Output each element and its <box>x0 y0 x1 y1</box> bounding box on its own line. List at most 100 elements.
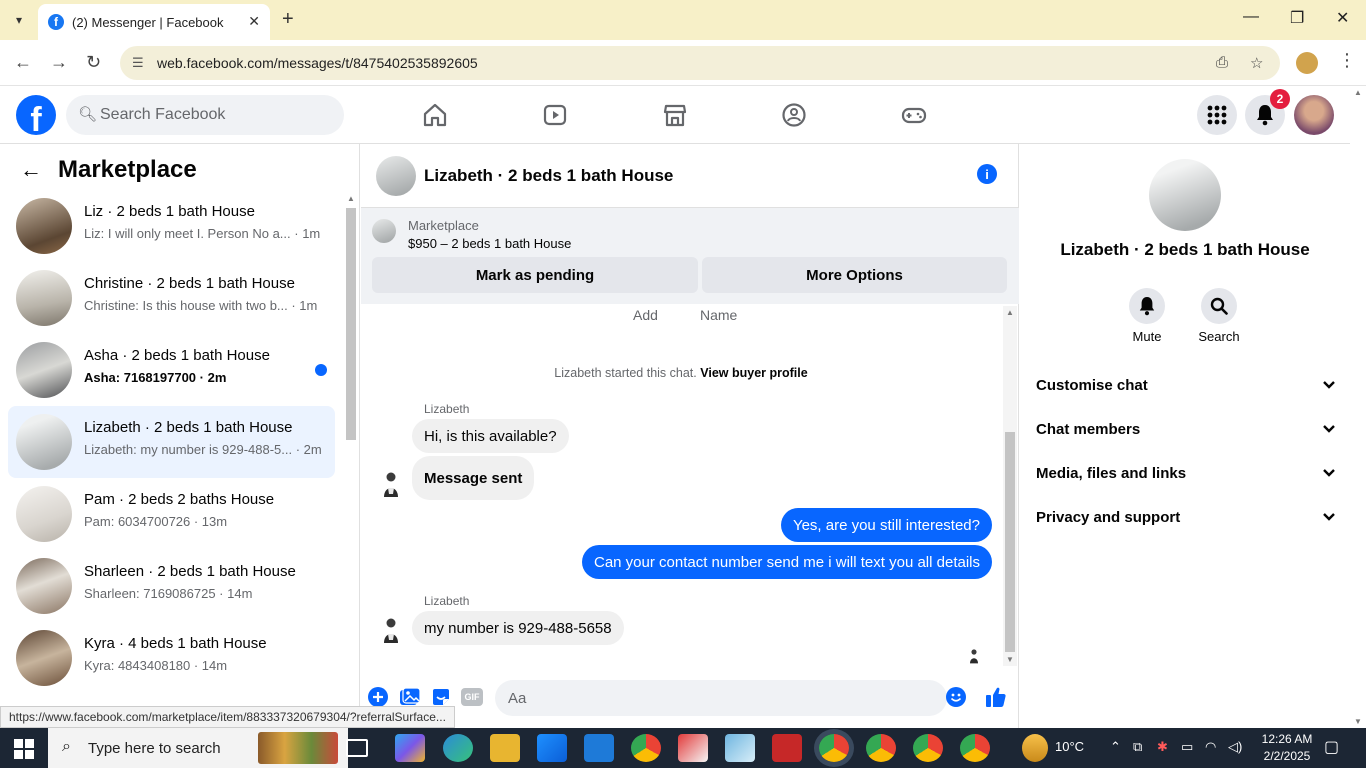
sidebar-scrollbar[interactable]: ▲ <box>344 190 358 728</box>
plus-circle-icon[interactable] <box>367 686 389 708</box>
weather-icon[interactable] <box>1022 734 1048 762</box>
close-tab-icon[interactable]: ✕ <box>248 13 260 30</box>
outgoing-message[interactable]: Yes, are you still interested? <box>780 508 992 542</box>
recorder-icon[interactable] <box>772 734 802 762</box>
like-thumb-icon[interactable] <box>985 686 1007 708</box>
install-app-icon[interactable]: ⎙ <box>1216 54 1228 71</box>
sender-avatar[interactable] <box>379 470 403 498</box>
sticker-icon[interactable] <box>430 686 452 708</box>
chat-title[interactable]: Lizabeth · 2 beds 1 bath House <box>424 166 673 186</box>
account-avatar[interactable] <box>1294 95 1334 135</box>
forward-icon[interactable]: → <box>50 52 68 73</box>
listing-mini-thumbnail[interactable] <box>372 219 396 243</box>
notification-center-icon[interactable]: ▢ <box>1324 737 1339 757</box>
home-icon[interactable] <box>420 100 450 130</box>
app-icon[interactable] <box>678 734 708 762</box>
taskbar-search-input[interactable]: ⌕ Type here to search <box>48 728 348 768</box>
conversation-snippet: Kyra: 4843408180 · 14m <box>84 658 228 673</box>
view-buyer-profile-link[interactable]: View buyer profile <box>700 366 807 380</box>
chrome-profile-icon[interactable] <box>913 734 943 762</box>
incoming-message[interactable]: Message sent <box>412 456 535 500</box>
volume-icon[interactable]: ◁) <box>1228 739 1242 755</box>
sender-avatar[interactable] <box>379 616 403 644</box>
task-view-icon[interactable] <box>346 739 368 757</box>
close-window-icon[interactable]: ✕ <box>1336 8 1349 28</box>
url-field[interactable]: ☰ web.facebook.com/messages/t/8475402535… <box>120 46 1280 80</box>
browser-menu-icon[interactable]: ⋮ <box>1338 50 1356 71</box>
browser-tab[interactable]: f (2) Messenger | Facebook ✕ <box>38 4 270 40</box>
chrome-profile-icon[interactable] <box>866 734 896 762</box>
system-clock[interactable]: 12:26 AM 2/2/2025 <box>1256 731 1318 765</box>
weather-temperature[interactable]: 10°C <box>1055 739 1084 754</box>
mail-icon[interactable] <box>584 734 614 762</box>
mute-label: Mute <box>1132 329 1162 344</box>
photo-icon[interactable] <box>399 686 421 708</box>
show-hidden-icons[interactable]: ⌃ <box>1110 739 1121 755</box>
conversation-item[interactable]: Pam · 2 beds 2 baths House Pam: 60347007… <box>8 478 335 550</box>
page-scrollbar[interactable]: ▲ ▼ <box>1350 86 1366 728</box>
copilot-icon[interactable] <box>395 734 425 762</box>
tab-search-icon[interactable]: ▾ <box>6 8 32 32</box>
reload-icon[interactable]: ↻ <box>86 52 101 73</box>
media-files-links-section[interactable]: Media, files and links <box>1036 451 1336 495</box>
edge-icon[interactable] <box>443 734 473 762</box>
incoming-message[interactable]: my number is 929-488-5658 <box>412 611 624 645</box>
incoming-message[interactable]: Hi, is this available? <box>412 419 569 453</box>
mark-as-pending-button[interactable]: Mark as pending <box>372 257 698 293</box>
customise-chat-section[interactable]: Customise chat <box>1036 363 1336 407</box>
search-icon: 🔍︎ <box>78 106 98 123</box>
sidebar-scrollbar-thumb[interactable] <box>346 208 356 440</box>
back-icon[interactable]: ← <box>14 52 32 73</box>
bookmark-star-icon[interactable]: ☆ <box>1250 54 1263 72</box>
chat-members-section[interactable]: Chat members <box>1036 407 1336 451</box>
gaming-icon[interactable] <box>899 100 929 130</box>
battery-icon[interactable]: ▭ <box>1181 739 1193 755</box>
browser-profile-icon[interactable] <box>1296 52 1318 74</box>
gif-icon[interactable]: GIF <box>461 686 483 708</box>
conversation-item-selected[interactable]: Lizabeth · 2 beds 1 bath House Lizabeth:… <box>8 406 335 478</box>
chrome-profile-icon[interactable] <box>960 734 990 762</box>
menu-grid-icon[interactable] <box>1197 95 1237 135</box>
conversation-item[interactable]: Sharleen · 2 beds 1 bath House Sharleen:… <box>8 550 335 622</box>
conversation-item[interactable]: Kyra · 4 beds 1 bath House Kyra: 4843408… <box>8 622 335 694</box>
facebook-logo-icon[interactable]: f <box>16 95 56 135</box>
outgoing-message[interactable]: Can your contact number send me i will t… <box>581 545 992 579</box>
back-arrow-icon[interactable]: ← <box>20 157 42 183</box>
app-icon[interactable] <box>725 734 755 762</box>
windows-start-icon[interactable] <box>14 739 34 764</box>
search-label: Search <box>1198 329 1240 344</box>
maximize-icon[interactable]: ❐ <box>1290 8 1304 28</box>
conversation-large-avatar[interactable] <box>1149 159 1221 231</box>
conversation-item[interactable]: Asha · 2 beds 1 bath House Asha: 7168197… <box>8 334 335 406</box>
video-icon[interactable] <box>540 100 570 130</box>
network-icon[interactable]: ◠ <box>1205 739 1216 755</box>
store-icon[interactable] <box>537 734 567 762</box>
meet-now-icon[interactable]: ⧉ <box>1133 739 1142 755</box>
chevron-down-icon <box>1322 465 1336 482</box>
site-info-icon[interactable]: ☰ <box>132 55 144 71</box>
privacy-support-section[interactable]: Privacy and support <box>1036 495 1336 539</box>
chat-avatar[interactable] <box>376 156 416 196</box>
new-tab-icon[interactable]: + <box>282 8 294 31</box>
groups-icon[interactable] <box>779 100 809 130</box>
minimize-icon[interactable]: — <box>1243 8 1259 26</box>
listing-price-title[interactable]: $950 – 2 beds 1 bath House <box>408 236 571 251</box>
facebook-search-input[interactable]: 🔍︎ Search Facebook <box>66 95 344 135</box>
message-input[interactable]: Aa <box>495 680 947 716</box>
top-caption: Name <box>700 307 738 323</box>
file-explorer-icon[interactable] <box>490 734 520 762</box>
marketplace-icon[interactable] <box>660 100 690 130</box>
chat-scrollbar[interactable]: ▲ ▼ <box>1003 306 1017 666</box>
conversation-item[interactable]: Christine · 2 beds 1 bath House Christin… <box>8 262 335 334</box>
conversation-item[interactable]: Liz · 2 beds 1 bath House Liz: I will on… <box>8 190 335 262</box>
emoji-icon[interactable] <box>945 686 967 708</box>
mute-button[interactable]: Mute <box>1107 288 1187 344</box>
chrome-active-icon[interactable] <box>819 734 849 762</box>
app-tray-icon[interactable]: ✱ <box>1157 739 1168 755</box>
info-icon[interactable]: i <box>977 164 997 184</box>
chat-scrollbar-thumb[interactable] <box>1005 432 1015 652</box>
conversation-snippet: Sharleen: 7169086725 · 14m <box>84 586 253 601</box>
chrome-icon[interactable] <box>631 734 661 762</box>
search-conversation-button[interactable]: Search <box>1179 288 1259 344</box>
more-options-button[interactable]: More Options <box>702 257 1007 293</box>
